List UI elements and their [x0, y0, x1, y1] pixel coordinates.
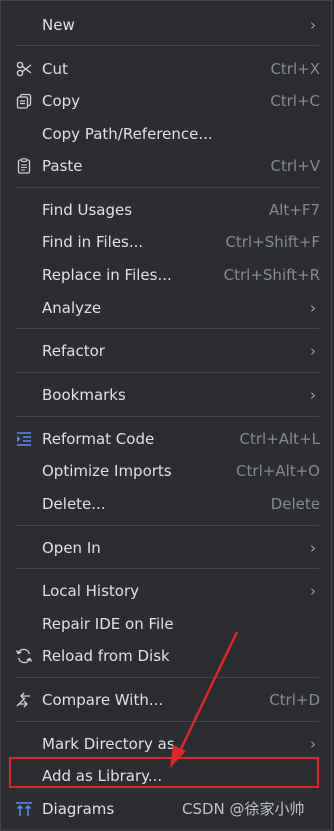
menu-item-shortcut: Ctrl+C: [270, 92, 320, 110]
submenu-chevron-icon: ›: [310, 735, 316, 753]
menu-item-new[interactable]: New ›: [1, 10, 333, 40]
menu-item-label: Replace in Files...: [42, 266, 172, 284]
menu-item-label: Cut: [42, 60, 68, 78]
menu-separator: [15, 187, 319, 188]
watermark: CSDN @徐家小帅: [182, 800, 305, 818]
menu-item-shortcut: Ctrl+Shift+R: [223, 266, 320, 284]
menu-separator: [15, 372, 319, 373]
menu-item-shortcut: Ctrl+V: [270, 157, 320, 175]
menu-item-delete[interactable]: Delete... Delete: [1, 489, 333, 519]
menu-separator: [15, 721, 319, 722]
menu-item-label: Find Usages: [42, 201, 133, 219]
submenu-chevron-icon: ›: [310, 342, 316, 360]
menu-separator: [15, 677, 319, 678]
menu-item-cut[interactable]: Cut Ctrl+X: [1, 54, 333, 84]
menu-item-label: Refactor: [42, 342, 105, 360]
menu-item-mark-directory-as[interactable]: Mark Directory as ›: [1, 729, 333, 759]
menu-item-reload-from-disk[interactable]: Reload from Disk: [1, 641, 333, 671]
clipboard-icon: [15, 158, 33, 174]
menu-item-shortcut: Alt+F7: [268, 201, 320, 219]
menu-item-reformat-code[interactable]: Reformat Code Ctrl+Alt+L: [1, 424, 333, 454]
menu-item-label: Reformat Code: [42, 430, 155, 448]
menu-item-optimize-imports[interactable]: Optimize Imports Ctrl+Alt+O: [1, 456, 333, 486]
menu-item-label: Paste: [42, 157, 83, 175]
menu-item-copy[interactable]: Copy Ctrl+C: [1, 86, 333, 116]
menu-item-shortcut: Ctrl+Shift+F: [225, 233, 320, 251]
menu-item-shortcut: Ctrl+Alt+L: [239, 430, 321, 448]
diagram-icon: [15, 801, 33, 817]
context-menu: New › Cut Ctrl+X Copy Ctrl+C Copy Path/R…: [0, 0, 332, 831]
menu-item-find-usages[interactable]: Find Usages Alt+F7: [1, 195, 333, 225]
reload-icon: [15, 648, 33, 664]
menu-item-label: Optimize Imports: [42, 462, 172, 480]
menu-item-label: Reload from Disk: [42, 647, 170, 665]
menu-item-label: Diagrams: [42, 800, 115, 818]
menu-item-label: Analyze: [42, 299, 102, 317]
menu-item-label: Local History: [42, 582, 140, 600]
annotation-highlight-box: [9, 757, 319, 788]
menu-item-shortcut: Ctrl+D: [269, 691, 320, 709]
menu-item-shortcut: Delete: [270, 495, 320, 513]
menu-item-analyze[interactable]: Analyze ›: [1, 293, 333, 323]
menu-item-label: Delete...: [42, 495, 106, 513]
menu-item-label: Copy: [42, 92, 81, 110]
submenu-chevron-icon: ›: [310, 386, 316, 404]
menu-item-label: Repair IDE on File: [42, 615, 174, 633]
menu-item-compare-with[interactable]: Compare With... Ctrl+D: [1, 685, 333, 715]
menu-item-repair-ide[interactable]: Repair IDE on File: [1, 609, 333, 639]
menu-item-shortcut: Ctrl+X: [270, 60, 320, 78]
menu-item-copy-path[interactable]: Copy Path/Reference...: [1, 119, 333, 149]
menu-item-label: Compare With...: [42, 691, 164, 709]
reformat-icon: [15, 431, 33, 447]
menu-item-label: Bookmarks: [42, 386, 126, 404]
menu-item-refactor[interactable]: Refactor ›: [1, 336, 333, 366]
menu-item-shortcut: Ctrl+Alt+O: [236, 462, 320, 480]
menu-separator: [15, 525, 319, 526]
menu-separator: [15, 328, 319, 329]
menu-separator: [15, 416, 319, 417]
menu-item-local-history[interactable]: Local History ›: [1, 576, 333, 606]
menu-item-label: New: [42, 16, 75, 34]
submenu-chevron-icon: ›: [310, 299, 316, 317]
menu-item-replace-in-files[interactable]: Replace in Files... Ctrl+Shift+R: [1, 260, 333, 290]
submenu-chevron-icon: ›: [310, 16, 316, 34]
submenu-chevron-icon: ›: [310, 539, 316, 557]
scissors-icon: [15, 61, 33, 77]
menu-item-bookmarks[interactable]: Bookmarks ›: [1, 380, 333, 410]
copy-icon: [15, 93, 33, 109]
menu-separator: [15, 45, 319, 46]
submenu-chevron-icon: ›: [310, 582, 316, 600]
menu-item-label: Copy Path/Reference...: [42, 125, 213, 143]
menu-item-find-in-files[interactable]: Find in Files... Ctrl+Shift+F: [1, 227, 333, 257]
menu-item-open-in[interactable]: Open In ›: [1, 533, 333, 563]
menu-item-paste[interactable]: Paste Ctrl+V: [1, 151, 333, 181]
menu-item-label: Mark Directory as: [42, 735, 175, 753]
menu-separator: [15, 568, 319, 569]
compare-icon: [15, 692, 33, 708]
menu-item-label: Open In: [42, 539, 101, 557]
menu-item-label: Find in Files...: [42, 233, 144, 251]
